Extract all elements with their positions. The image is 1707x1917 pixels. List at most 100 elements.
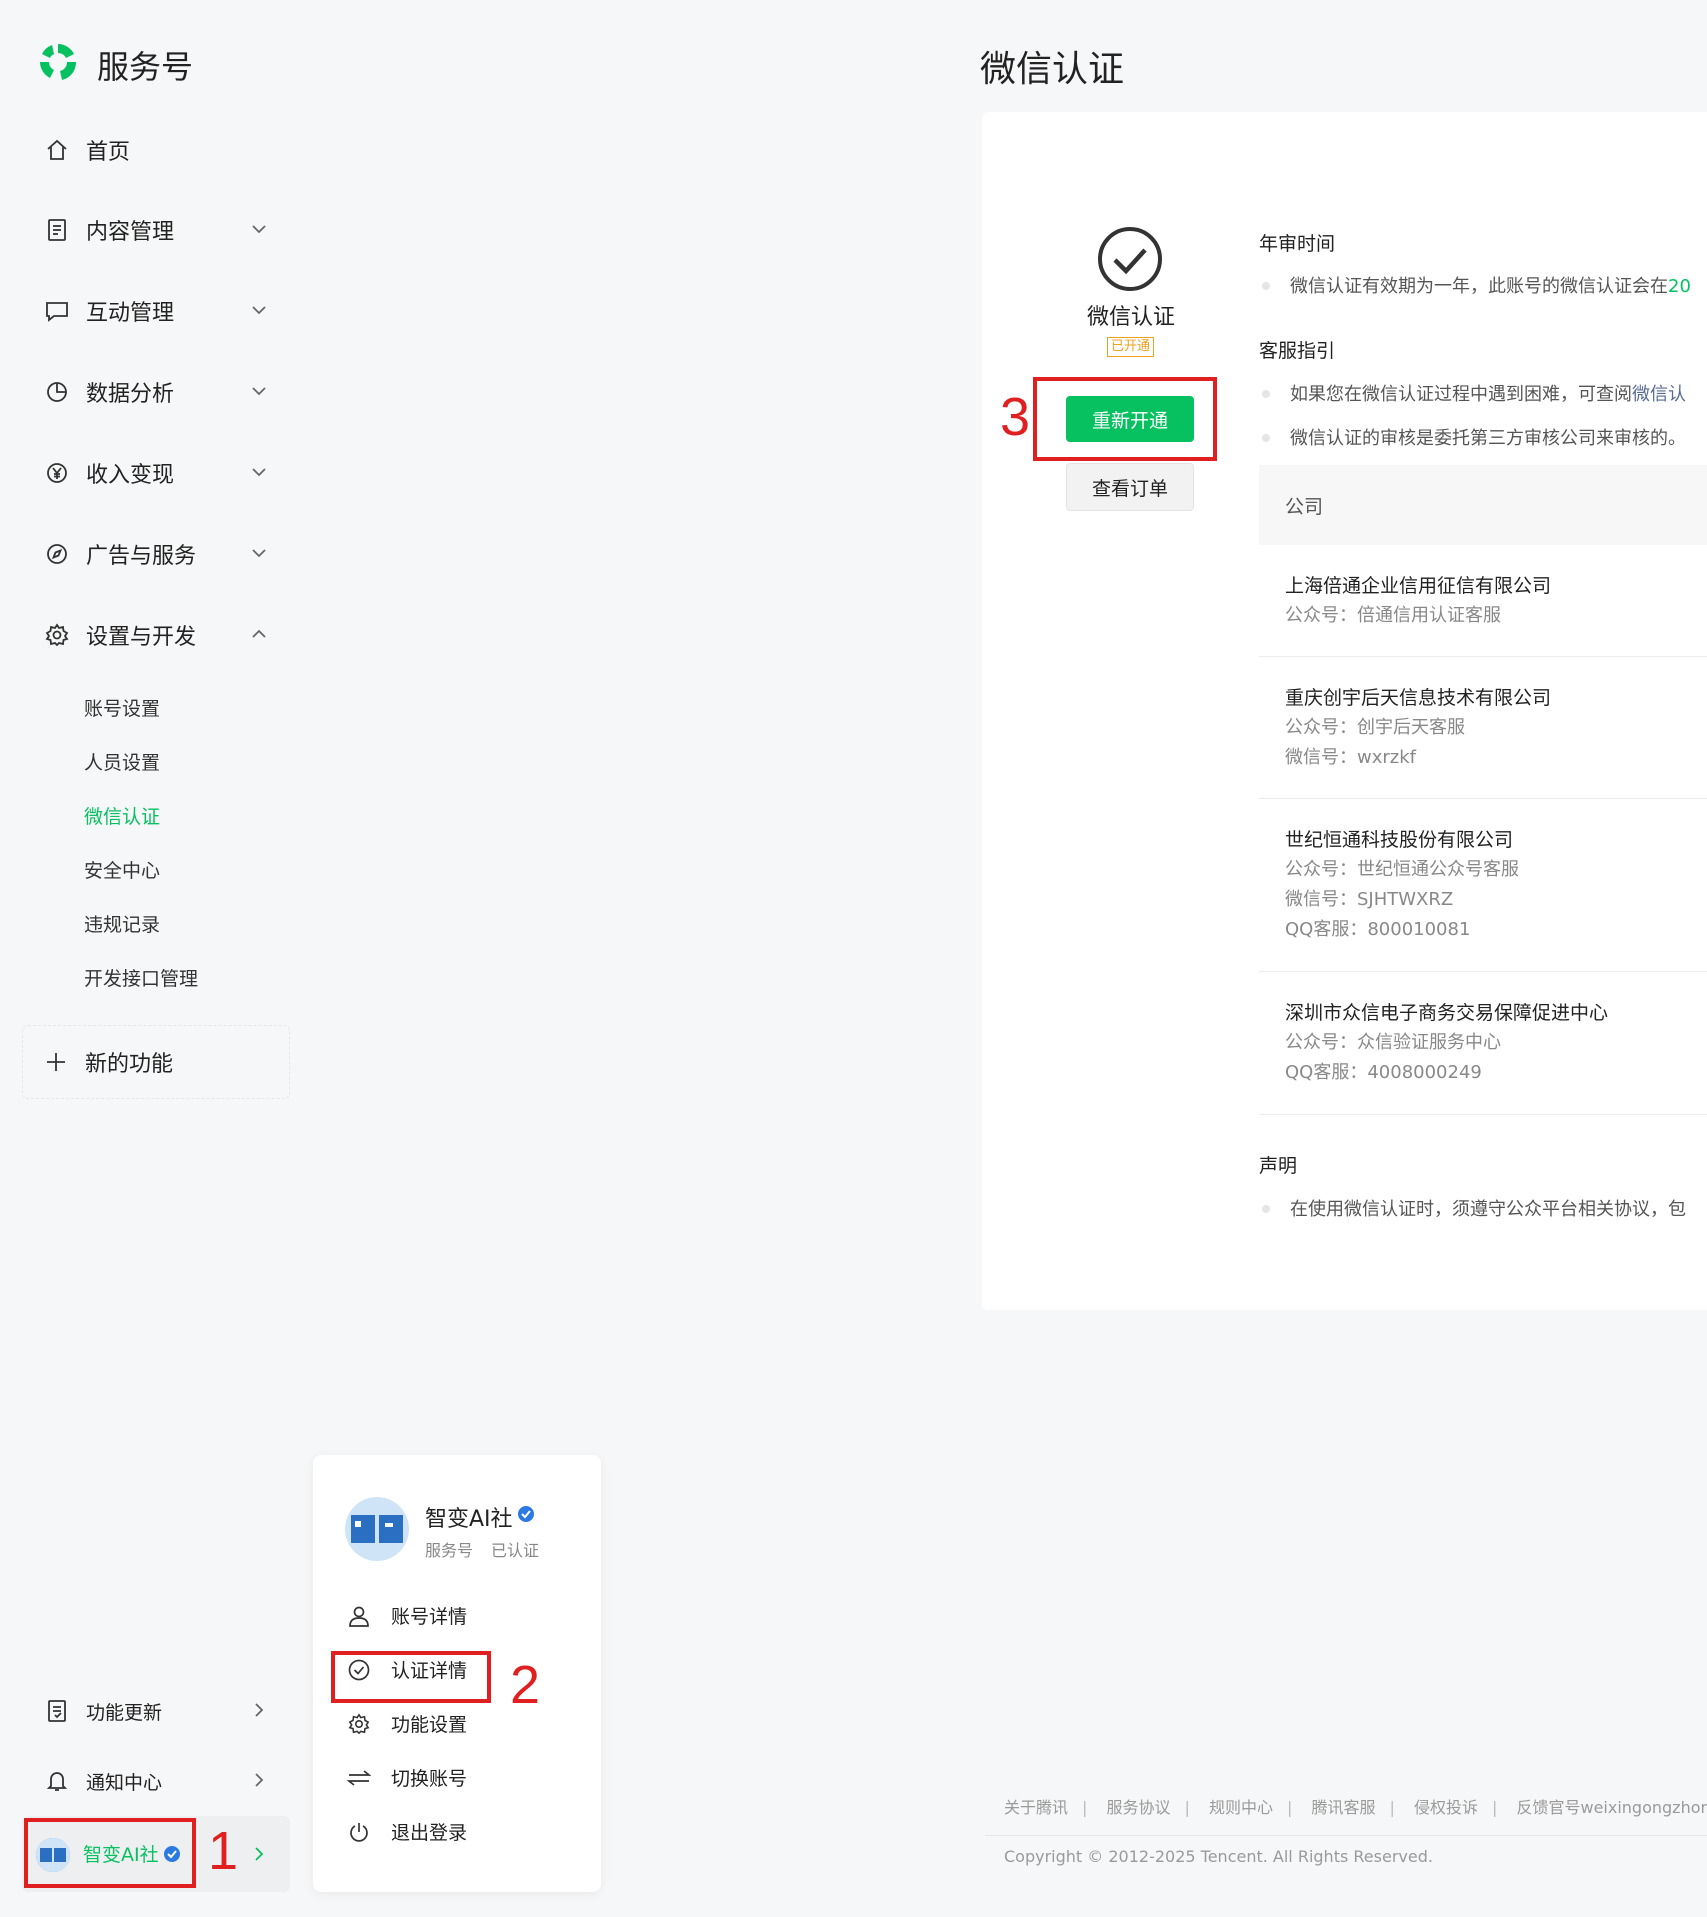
check-circle-icon [1098, 227, 1162, 291]
nav-content[interactable]: 内容管理 [44, 208, 280, 252]
company-contact: 微信号：SJHTWXRZ [1285, 889, 1454, 910]
popup-account-details-label: 账号详情 [391, 1606, 468, 1628]
nav-home[interactable]: 首页 [44, 128, 280, 172]
row-divider [1259, 1114, 1707, 1115]
table-row: 重庆创宇后天信息技术有限公司 公众号：创宇后天客服 微信号：wxrzkf [1285, 683, 1551, 773]
annotation-box-3 [1033, 377, 1217, 461]
footer-link-feedback[interactable]: 反馈官号weixingongzhon [1517, 1798, 1707, 1817]
subnav-account-settings[interactable]: 账号设置 [84, 694, 160, 721]
subnav-violation-records[interactable]: 违规记录 [84, 910, 160, 937]
table-row: 上海倍通企业信用征信有限公司 公众号：倍通信用认证客服 [1285, 571, 1551, 631]
popup-avatar [345, 1497, 409, 1561]
annual-review-body: 微信认证有效期为一年，此账号的微信认证会在 [1290, 276, 1668, 297]
footer-link-about[interactable]: 关于腾讯 [1004, 1798, 1068, 1817]
support-line-1-text: 如果您在微信认证过程中遇到困难，可查阅 [1290, 384, 1632, 405]
statement-text: 在使用微信认证时，须遵守公众平台相关协议，包 [1262, 1195, 1686, 1221]
popup-switch-account[interactable]: 切换账号 [347, 1764, 467, 1791]
nav-settings[interactable]: 设置与开发 [44, 613, 280, 657]
popup-account-details[interactable]: 账号详情 [347, 1602, 467, 1629]
chevron-up-icon [252, 629, 266, 638]
logo-icon [40, 44, 77, 80]
footer-link-terms[interactable]: 服务协议 [1107, 1798, 1171, 1817]
company-contact: 公众号：众信验证服务中心 [1285, 1032, 1501, 1053]
nav-monetization-label: 收入变现 [86, 463, 175, 488]
table-row: 世纪恒通科技股份有限公司 公众号：世纪恒通公众号客服 微信号：SJHTWXRZ … [1285, 825, 1519, 945]
company-contact: 公众号：倍通信用认证客服 [1285, 605, 1501, 626]
nav-feature-updates[interactable]: 功能更新 [44, 1691, 280, 1731]
new-feature-label: 新的功能 [85, 1052, 174, 1077]
annual-review-date: 20 [1668, 276, 1691, 297]
subnav-dev-interface[interactable]: 开发接口管理 [84, 964, 198, 991]
support-line-2: 微信认证的审核是委托第三方审核公司来审核的。 [1262, 424, 1686, 450]
chevron-down-icon [252, 549, 266, 558]
company-contact: QQ客服：4008000249 [1285, 1062, 1482, 1083]
row-divider [1259, 798, 1707, 799]
chevron-right-icon [255, 1703, 264, 1717]
compass-icon [44, 541, 70, 567]
pie-chart-icon [44, 379, 70, 405]
company-name: 世纪恒通科技股份有限公司 [1285, 829, 1514, 851]
company-name: 上海倍通企业信用征信有限公司 [1285, 575, 1552, 597]
power-icon [347, 1820, 371, 1844]
popup-switch-account-label: 切换账号 [391, 1768, 468, 1790]
popup-feature-settings[interactable]: 功能设置 [347, 1710, 467, 1737]
footer-links: 关于腾讯 | 服务协议 | 规则中心 | 腾讯客服 | 侵权投诉 | 反馈官号weixin… [1004, 1794, 1707, 1818]
nav-notification-center[interactable]: 通知中心 [44, 1761, 280, 1801]
chevron-down-icon [252, 468, 266, 477]
chevron-right-icon [255, 1773, 264, 1787]
company-contact: QQ客服：800010081 [1285, 919, 1471, 940]
plus-icon [47, 1053, 65, 1071]
nav-ads-label: 广告与服务 [86, 544, 197, 569]
annotation-box-2 [331, 1651, 491, 1703]
yen-icon [44, 460, 70, 486]
nav-interaction[interactable]: 互动管理 [44, 289, 280, 333]
nav-interaction-label: 互动管理 [86, 301, 175, 326]
footer-link-infringement[interactable]: 侵权投诉 [1414, 1798, 1478, 1817]
subnav-staff-settings[interactable]: 人员设置 [84, 748, 160, 775]
app-name: 服务号 [97, 48, 194, 86]
popup-logout[interactable]: 退出登录 [347, 1818, 467, 1845]
nav-analytics-label: 数据分析 [86, 382, 175, 407]
row-divider [1259, 971, 1707, 972]
chevron-down-icon [252, 387, 266, 396]
annotation-number-1: 1 [208, 1821, 239, 1881]
nav-ads[interactable]: 广告与服务 [44, 532, 280, 576]
chat-icon [44, 298, 70, 324]
new-feature-button[interactable]: 新的功能 [22, 1025, 290, 1099]
annotation-number-3: 3 [1000, 387, 1031, 447]
notification-center-label: 通知中心 [86, 1771, 163, 1794]
status-badge: 已开通 [1107, 337, 1155, 357]
chevron-down-icon [252, 306, 266, 315]
nav-home-label: 首页 [86, 140, 131, 165]
view-order-button[interactable]: 查看订单 [1066, 463, 1194, 511]
verified-badge-icon [518, 1506, 534, 1522]
annotation-number-2: 2 [510, 1655, 541, 1715]
subnav-wechat-verification[interactable]: 微信认证 [84, 802, 160, 829]
bell-icon [44, 1768, 70, 1794]
footer-link-rules[interactable]: 规则中心 [1209, 1798, 1273, 1817]
subnav-security-center[interactable]: 安全中心 [84, 856, 160, 883]
annotation-box-1 [24, 1818, 196, 1888]
statement-title: 声明 [1259, 1155, 1298, 1177]
chevron-right-icon [255, 1847, 264, 1861]
popup-account-status: 已认证 [491, 1541, 540, 1560]
copyright: Copyright © 2012-2025 Tencent. All Right… [1004, 1847, 1433, 1866]
cert-label: 微信认证 [1087, 305, 1176, 330]
popup-account-type: 服务号 [425, 1541, 474, 1560]
footer-link-support[interactable]: 腾讯客服 [1312, 1798, 1376, 1817]
home-icon [44, 137, 70, 163]
table-header-company: 公司 [1285, 496, 1324, 518]
company-name: 重庆创宇后天信息技术有限公司 [1285, 687, 1552, 709]
popup-feature-settings-label: 功能设置 [391, 1714, 468, 1736]
document-icon [44, 217, 70, 243]
nav-monetization[interactable]: 收入变现 [44, 451, 280, 495]
nav-content-label: 内容管理 [86, 220, 175, 245]
support-line-1: 如果您在微信认证过程中遇到困难，可查阅微信认 [1262, 380, 1686, 406]
company-name: 深圳市众信电子商务交易保障促进中心 [1285, 1002, 1609, 1024]
gear-icon [347, 1712, 371, 1736]
user-icon [347, 1604, 371, 1628]
support-guide-link[interactable]: 微信认 [1632, 384, 1686, 405]
nav-analytics[interactable]: 数据分析 [44, 370, 280, 414]
support-title: 客服指引 [1259, 340, 1336, 362]
company-contact: 公众号：世纪恒通公众号客服 [1285, 859, 1519, 880]
